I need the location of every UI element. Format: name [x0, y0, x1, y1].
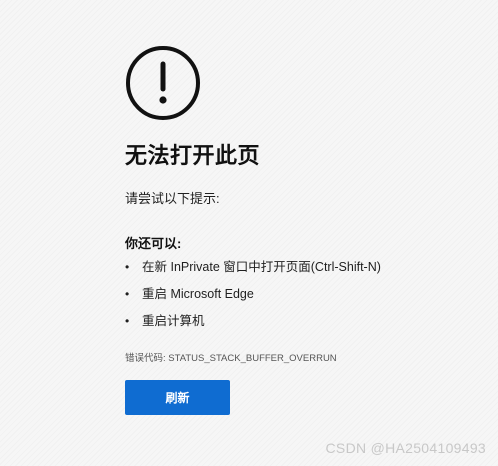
list-item-restart-computer: • 重启计算机: [125, 312, 381, 339]
error-code: 错误代码: STATUS_STACK_BUFFER_OVERRUN: [125, 353, 337, 364]
options-list: • 在新 InPrivate 窗口中打开页面(Ctrl-Shift-N) • 重…: [125, 258, 381, 339]
list-item-inprivate: • 在新 InPrivate 窗口中打开页面(Ctrl-Shift-N): [125, 258, 381, 285]
exclamation-circle-icon: [125, 45, 201, 121]
list-item-label: 重启 Microsoft Edge: [142, 287, 254, 301]
hint-intro-text: 请尝试以下提示:: [125, 191, 220, 206]
list-item-label: 在新 InPrivate 窗口中打开页面(Ctrl-Shift-N): [142, 260, 381, 274]
watermark-text: CSDN @HA2504109493: [325, 440, 486, 456]
bullet: •: [125, 314, 130, 328]
bullet: •: [125, 287, 130, 301]
list-item-label: 重启计算机: [142, 314, 205, 328]
options-heading: 你还可以:: [125, 236, 182, 251]
bullet: •: [125, 260, 130, 274]
list-item-restart-edge: • 重启 Microsoft Edge: [125, 285, 381, 312]
page-title: 无法打开此页: [125, 143, 261, 168]
refresh-button[interactable]: 刷新: [125, 380, 230, 415]
